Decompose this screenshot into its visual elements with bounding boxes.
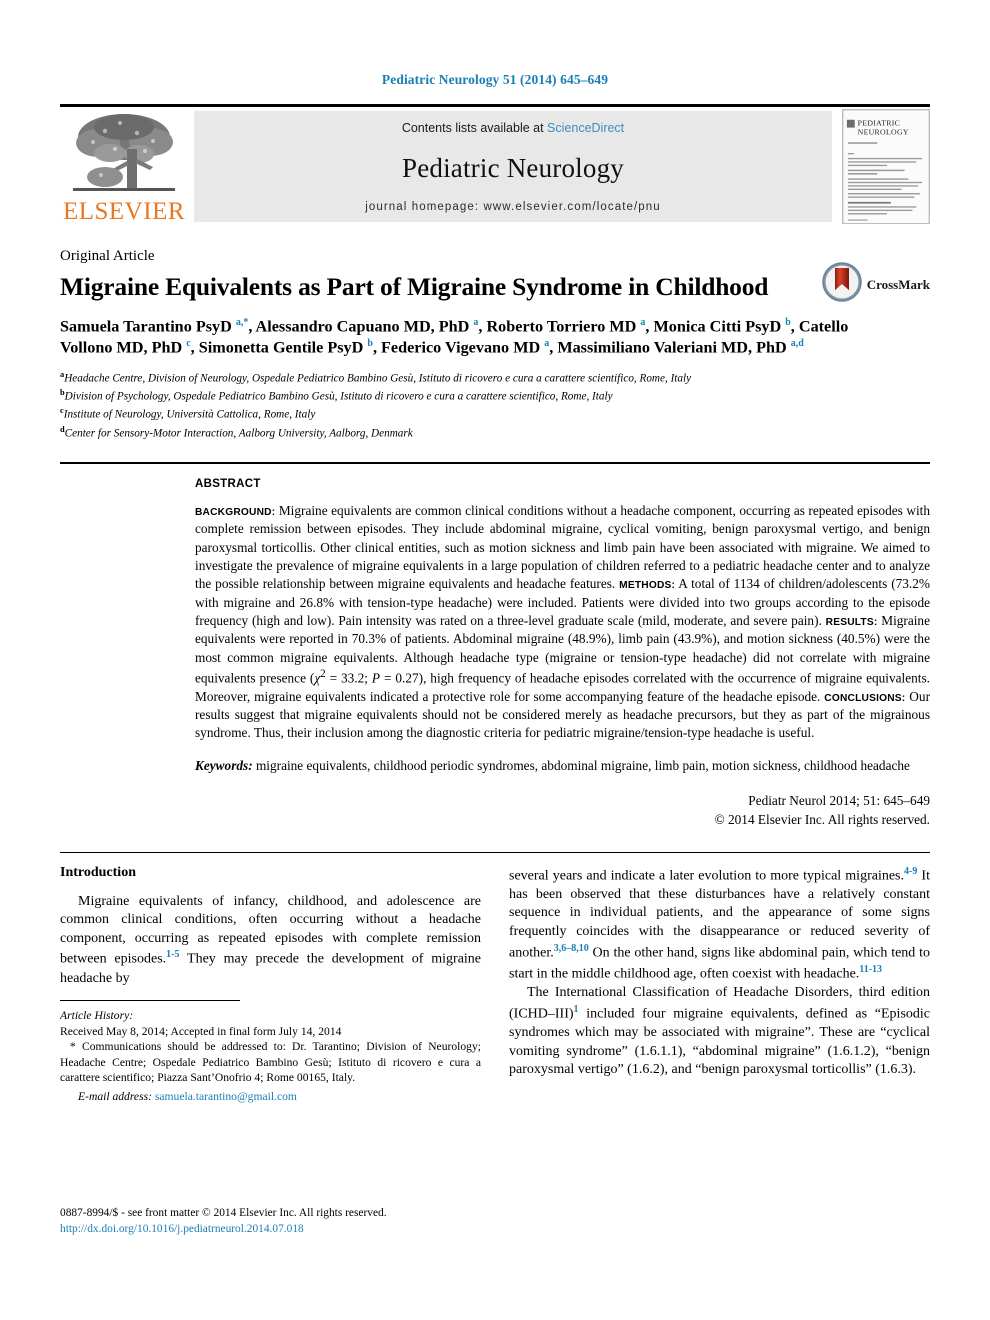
article-type-kicker: Original Article <box>60 248 155 264</box>
article-page: Pediatric Neurology 51 (2014) 645–649 EL… <box>0 0 990 1320</box>
keywords-line: Keywords: migraine equivalents, childhoo… <box>195 757 930 775</box>
elsevier-logo: ELSEVIER <box>60 107 188 226</box>
email-link[interactable]: samuela.tarantino@gmail.com <box>155 1090 297 1103</box>
article-history-dates: Received May 8, 2014; Accepted in final … <box>60 1024 342 1038</box>
abstract-background-label: BACKGROUND: <box>195 506 276 518</box>
affiliation-b: bDivision of Psychology, Ospedale Pediat… <box>60 387 930 405</box>
keywords-label: Keywords: <box>195 757 253 773</box>
citation-ref-4-9[interactable]: 4-9 <box>904 866 917 877</box>
affiliation-a-text: Headache Centre, Division of Neurology, … <box>64 372 692 385</box>
abstract-section: ABSTRACT BACKGROUND: Migraine equivalent… <box>195 478 930 830</box>
svg-text:NEUROLOGY: NEUROLOGY <box>858 127 909 136</box>
issn-doi-footer: 0887-8994/$ - see front matter © 2014 El… <box>60 1205 490 1237</box>
journal-masthead: ELSEVIER Contents lists available at Sci… <box>60 104 930 226</box>
abstract-methods-label: METHODS: <box>619 580 676 592</box>
contents-prefix: Contents lists available at <box>401 121 548 135</box>
affiliation-c: cInstitute of Neurology, Università Catt… <box>60 405 930 423</box>
intro-paragraph-left: Migraine equivalents of infancy, childho… <box>60 893 481 989</box>
keywords-text: migraine equivalents, childhood periodic… <box>252 757 910 773</box>
journal-homepage-link[interactable]: journal homepage: www.elsevier.com/locat… <box>365 201 661 213</box>
sciencedirect-link[interactable]: ScienceDirect <box>547 121 624 135</box>
citation-ref-1-5[interactable]: 1-5 <box>166 949 179 960</box>
affiliation-a: aHeadache Centre, Division of Neurology,… <box>60 369 930 387</box>
copyright-line: © 2014 Elsevier Inc. All rights reserved… <box>714 812 930 828</box>
abstract-results-label: RESULTS: <box>825 616 878 628</box>
crossmark-icon <box>821 262 862 307</box>
abstract-top-rule <box>60 461 930 464</box>
citation-block: Pediatr Neurol 2014; 51: 645–649 © 2014 … <box>195 791 930 830</box>
email-line: E-mail address: samuela.tarantino@gmail.… <box>60 1089 481 1105</box>
page-title: Migraine Equivalents as Part of Migraine… <box>60 272 769 301</box>
affiliation-c-text: Institute of Neurology, Università Catto… <box>63 409 316 422</box>
citation-ref-11-13[interactable]: 11-13 <box>859 964 882 975</box>
abstract-text: BACKGROUND: Migraine equivalents are com… <box>195 502 930 743</box>
journal-cover-thumbnail[interactable]: PEDIATRIC NEUROLOGY <box>842 109 930 224</box>
running-head: Pediatric Neurology 51 (2014) 645–649 <box>381 72 609 87</box>
article-history-label: Article History: <box>60 1009 134 1023</box>
citation-ref-3-6-8-10[interactable]: 3,6–8,10 <box>554 943 589 954</box>
body-top-rule <box>60 851 930 853</box>
left-column: Introduction Migraine equivalents of inf… <box>60 865 481 1105</box>
email-label: E-mail address: <box>78 1089 152 1103</box>
author-list: Samuela Tarantino PsyD a,*, Alessandro C… <box>60 316 849 357</box>
intro-paragraph-right-cont: several years and indicate a later evolu… <box>509 865 930 985</box>
crossmark-badge[interactable]: CrossMark <box>821 262 930 307</box>
abstract-conclusions-label: CONCLUSIONS: <box>824 692 906 704</box>
p-symbol: P <box>371 670 381 686</box>
affiliation-b-text: Division of Psychology, Ospedale Pediatr… <box>64 391 613 403</box>
journal-band: Contents lists available at ScienceDirec… <box>194 111 832 222</box>
body-columns: Introduction Migraine equivalents of inf… <box>60 865 930 1105</box>
correspondence-note: * Communications should be addressed to:… <box>60 1040 481 1085</box>
ichd-paragraph: The International Classification of Head… <box>509 984 930 1080</box>
citation-line: Pediatr Neurol 2014; 51: 645–649 <box>748 793 930 809</box>
doi-link[interactable]: http://dx.doi.org/10.1016/j.pediatrneuro… <box>60 1221 490 1237</box>
crossmark-label: CrossMark <box>866 276 930 292</box>
article-history-block: Article History: Received May 8, 2014; A… <box>60 1008 481 1104</box>
contents-available-line: Contents lists available at ScienceDirec… <box>402 121 624 135</box>
footnote-rule <box>60 1000 240 1002</box>
affiliation-d: dCenter for Sensory-Motor Interaction, A… <box>60 424 930 442</box>
affiliation-list: aHeadache Centre, Division of Neurology,… <box>60 369 930 442</box>
affiliation-d-text: Center for Sensory-Motor Interaction, Aa… <box>64 427 413 440</box>
elsevier-wordmark: ELSEVIER <box>62 198 186 225</box>
journal-title: Pediatric Neurology <box>402 152 624 183</box>
section-heading-introduction: Introduction <box>60 864 136 880</box>
right-text-a: several years and indicate a later evolu… <box>509 868 904 884</box>
right-column: several years and indicate a later evolu… <box>509 865 930 1105</box>
issn-line: 0887-8994/$ - see front matter © 2014 El… <box>60 1207 387 1219</box>
chi-value: = 33.2; <box>325 670 372 686</box>
elsevier-tree-icon <box>65 109 183 201</box>
article-header: CrossMark Original Article Migraine Equi… <box>60 248 930 442</box>
abstract-heading: ABSTRACT <box>195 477 261 490</box>
svg-text:PEDIATRIC: PEDIATRIC <box>858 119 900 128</box>
